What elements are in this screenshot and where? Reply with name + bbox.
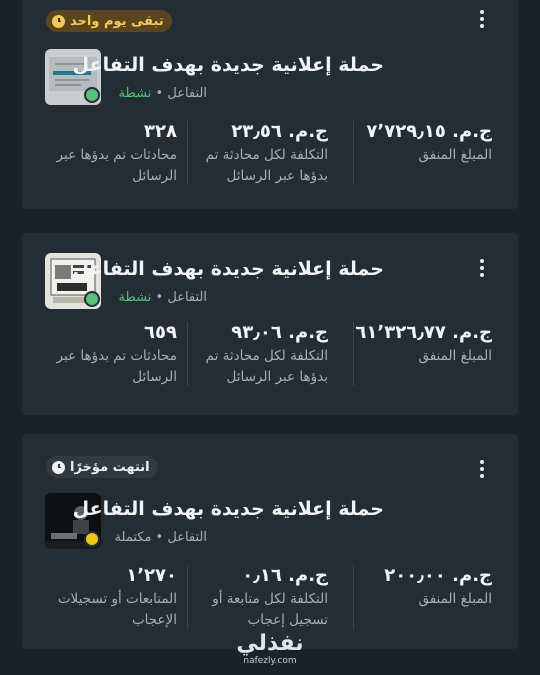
campaign-title[interactable]: حملة إعلانية جديدة بهدف التفاعل — [73, 498, 384, 520]
metric-results: ٣٢٨ محادثات تم بدؤها عبر الرسائل — [56, 121, 177, 184]
more-options-icon[interactable] — [474, 458, 490, 480]
metric-divider — [187, 565, 188, 629]
status-active-dot — [84, 291, 100, 307]
campaign-card[interactable]: حملة إعلانية جديدة بهدف التفاعل التفاعل … — [22, 233, 518, 415]
status-active-dot — [84, 87, 100, 103]
objective-label: التفاعل — [167, 530, 207, 545]
metric-cost-per-result: ج.م. ٠٫١٦ التكلفة لكل متابعة أو تسجيل إع… — [212, 565, 328, 628]
recently-ended-badge: انتهت مؤخرًا — [46, 456, 158, 478]
status-label: نشطة — [118, 86, 152, 101]
metric-cost-per-result: ج.م. ٢٣٫٥٦ التكلفة لكل محادثة تم بدؤها ع… — [205, 121, 328, 184]
time-remaining-badge: تبقى يوم واحد — [46, 10, 172, 32]
metric-amount-spent: ج.م. ٧٬٧٢٩٫١٥ المبلغ المنفق — [366, 121, 492, 163]
badge-label: تبقى يوم واحد — [70, 13, 164, 29]
campaign-card[interactable]: انتهت مؤخرًا حملة إعلانية جديدة بهدف الت… — [22, 434, 518, 649]
metric-results: ٦٥٩ محادثات تم بدؤها عبر الرسائل — [56, 322, 177, 385]
status-label: مكتملة — [114, 530, 152, 545]
more-options-icon[interactable] — [474, 257, 490, 279]
objective-label: التفاعل — [167, 290, 207, 305]
metric-divider — [353, 121, 354, 185]
metric-divider — [353, 565, 354, 629]
metric-divider — [353, 322, 354, 386]
badge-label: انتهت مؤخرًا — [70, 459, 150, 475]
campaign-subtitle: التفاعل • نشطة — [118, 290, 207, 305]
campaign-card[interactable]: تبقى يوم واحد حملة إعلانية جديدة بهدف ال… — [22, 0, 518, 209]
clock-icon — [52, 460, 65, 474]
metric-results: ١٬٢٧٠ المتابعات أو تسجيلات الإعجاب — [57, 565, 177, 628]
campaign-subtitle: التفاعل • نشطة — [118, 86, 207, 101]
campaign-title[interactable]: حملة إعلانية جديدة بهدف التفاعل — [73, 258, 384, 280]
campaign-subtitle: التفاعل • مكتملة — [114, 530, 207, 545]
objective-label: التفاعل — [167, 86, 207, 101]
campaign-title[interactable]: حملة إعلانية جديدة بهدف التفاعل — [73, 54, 384, 76]
metric-amount-spent: ج.م. ٢٠٠٫٠٠ المبلغ المنفق — [384, 565, 492, 607]
clock-icon — [52, 14, 65, 28]
metric-cost-per-result: ج.م. ٩٣٫٠٦ التكلفة لكل محادثة تم بدؤها ع… — [205, 322, 328, 385]
status-completed-dot — [84, 531, 100, 547]
watermark-logo: نفذلي nafezly.com — [236, 631, 304, 667]
metric-divider — [187, 121, 188, 185]
more-options-icon[interactable] — [474, 8, 490, 30]
status-label: نشطة — [118, 290, 152, 305]
metric-divider — [187, 322, 188, 386]
metric-amount-spent: ج.م. ٦١٬٣٢٦٫٧٧ المبلغ المنفق — [355, 322, 492, 364]
